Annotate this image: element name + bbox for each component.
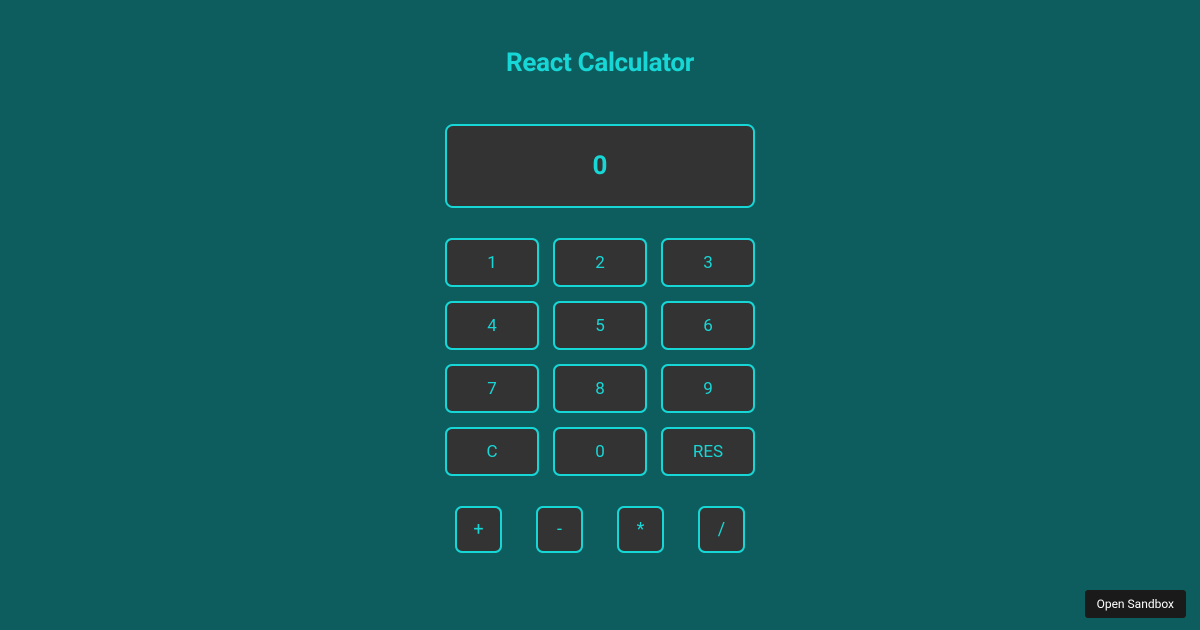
key-6[interactable]: 6	[661, 301, 755, 350]
key-clear[interactable]: C	[445, 427, 539, 476]
key-result[interactable]: RES	[661, 427, 755, 476]
key-8[interactable]: 8	[553, 364, 647, 413]
key-plus[interactable]: +	[455, 506, 502, 553]
key-1[interactable]: 1	[445, 238, 539, 287]
key-5[interactable]: 5	[553, 301, 647, 350]
calculator-display: 0	[445, 124, 755, 208]
key-9[interactable]: 9	[661, 364, 755, 413]
page-title: React Calculator	[506, 48, 694, 78]
display-value: 0	[593, 151, 608, 181]
key-multiply[interactable]: *	[617, 506, 664, 553]
key-4[interactable]: 4	[445, 301, 539, 350]
open-sandbox-button[interactable]: Open Sandbox	[1085, 590, 1186, 618]
key-minus[interactable]: -	[536, 506, 583, 553]
calculator-app: React Calculator 0 1 2 3 4 5 6 7 8 9 C 0…	[0, 0, 1200, 553]
key-3[interactable]: 3	[661, 238, 755, 287]
key-divide[interactable]: /	[698, 506, 745, 553]
key-2[interactable]: 2	[553, 238, 647, 287]
key-0[interactable]: 0	[553, 427, 647, 476]
calculator-keypad: 1 2 3 4 5 6 7 8 9 C 0 RES	[445, 238, 755, 476]
key-7[interactable]: 7	[445, 364, 539, 413]
operator-row: + - * /	[455, 506, 745, 553]
